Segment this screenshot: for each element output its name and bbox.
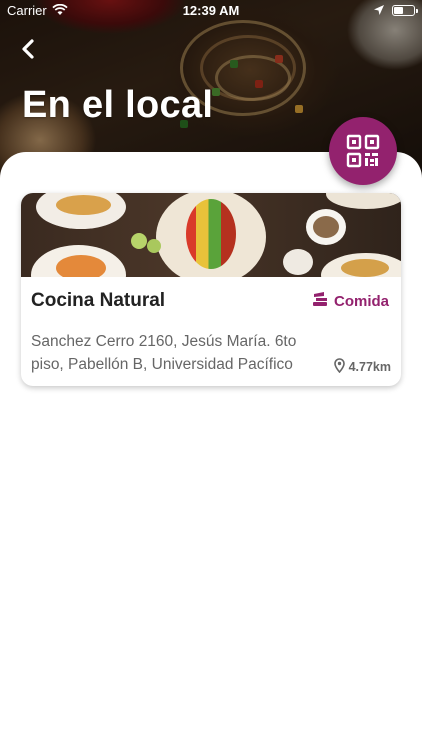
chevron-left-icon (22, 39, 34, 59)
place-distance-label: 4.77km (348, 360, 391, 374)
clock: 12:39 AM (182, 3, 240, 18)
place-category: Comida (312, 292, 389, 311)
place-card[interactable]: Cocina Natural Comida Sanchez Cerro 2160… (21, 193, 401, 386)
status-bar: Carrier 12:39 AM (0, 0, 422, 22)
page-title: En el local (22, 84, 214, 126)
back-button[interactable] (16, 34, 44, 64)
place-address: Sanchez Cerro 2160, Jesús María. 6to pis… (31, 333, 297, 373)
qr-scan-button[interactable] (329, 117, 397, 185)
qr-code-icon (346, 134, 380, 168)
food-shape (186, 199, 236, 269)
food-shape (56, 195, 111, 215)
place-photo (21, 193, 401, 277)
map-pin-icon (333, 358, 345, 376)
place-name: Cocina Natural (31, 290, 166, 311)
food-shape (313, 216, 339, 238)
place-category-label: Comida (333, 293, 389, 310)
food-shape (283, 249, 313, 275)
food-tray-icon (312, 292, 328, 311)
food-shape (131, 233, 147, 249)
food-shape (326, 193, 401, 209)
place-distance: 4.77km (333, 358, 391, 376)
location-arrow-icon (373, 4, 385, 19)
food-shape (147, 239, 161, 253)
food-shape (341, 259, 389, 277)
battery-icon (392, 5, 418, 16)
food-shape (56, 255, 106, 277)
